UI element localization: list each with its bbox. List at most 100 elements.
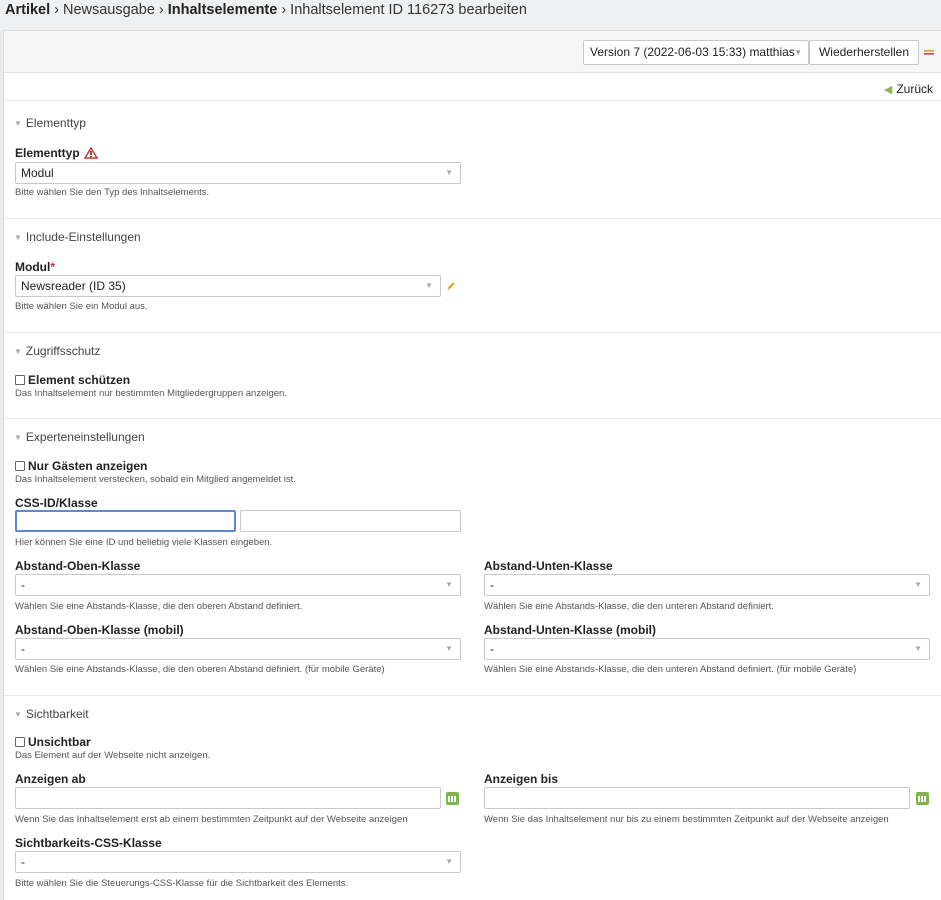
chevron-down-icon: ▼	[445, 644, 453, 653]
legend-label: Elementtyp	[25, 116, 86, 130]
divider	[4, 218, 941, 219]
top-spacing-select[interactable]: - ▼	[15, 574, 461, 596]
invisible-help: Das Element auf der Webseite nicht anzei…	[15, 750, 211, 761]
legend-visibility[interactable]: ▼ Sichtbarkeit	[14, 707, 89, 721]
elementtyp-label-text: Elementtyp	[15, 146, 80, 160]
chevron-down-icon: ▼	[425, 281, 433, 290]
legend-expert[interactable]: ▼ Experteneinstellungen	[14, 430, 145, 444]
required-mark: *	[50, 260, 55, 274]
top-spacing-label: Abstand-Oben-Klasse	[15, 559, 141, 573]
breadcrumb-content-elements[interactable]: Inhaltselemente	[168, 2, 278, 18]
bottom-spacing-mobile-value: -	[490, 642, 494, 656]
checkbox-box[interactable]	[15, 461, 25, 471]
stop-label: Anzeigen bis	[484, 772, 559, 786]
chevron-down-icon: ▼	[445, 857, 453, 866]
version-select[interactable]: Version 7 (2022-06-03 15:33) matthias ▼	[583, 40, 809, 65]
elementtyp-value: Modul	[21, 166, 54, 180]
chevron-down-icon: ▼	[445, 168, 453, 177]
top-spacing-value: -	[21, 578, 25, 592]
bottom-spacing-mobile-label: Abstand-Unten-Klasse (mobil)	[484, 623, 657, 637]
top-spacing-mobile-help: Wählen Sie eine Abstands-Klasse, die den…	[15, 664, 385, 675]
module-help: Bitte wählen Sie ein Modul aus.	[15, 301, 148, 312]
protect-checkbox[interactable]: Element schützen	[15, 373, 130, 387]
breadcrumb-current: Inhaltselement ID 116273 bearbeiten	[290, 2, 527, 18]
triangle-down-icon: ▼	[14, 433, 22, 442]
triangle-down-icon: ▼	[14, 233, 22, 242]
module-value: Newsreader (ID 35)	[21, 279, 126, 293]
bottom-spacing-mobile-select[interactable]: - ▼	[484, 638, 930, 660]
legend-label: Zugriffsschutz	[25, 344, 101, 358]
legend-label: Experteneinstellungen	[25, 430, 145, 444]
top-spacing-mobile-select[interactable]: - ▼	[15, 638, 461, 660]
visibility-css-label: Sichtbarkeits-CSS-Klasse	[15, 836, 162, 850]
stop-help: Wenn Sie das Inhaltselement nur bis zu e…	[484, 814, 889, 825]
top-spacing-mobile-value: -	[21, 642, 25, 656]
module-label: Modul*	[15, 260, 55, 274]
start-label: Anzeigen ab	[15, 772, 86, 786]
bottom-spacing-help: Wählen Sie eine Abstands-Klasse, die den…	[484, 601, 774, 612]
protect-checkbox-label[interactable]: Element schützen	[28, 373, 130, 387]
bottom-spacing-label: Abstand-Unten-Klasse	[484, 559, 613, 573]
breadcrumb-separator: ›	[158, 2, 164, 18]
triangle-down-icon: ▼	[14, 710, 22, 719]
breadcrumb-separator: ›	[54, 2, 59, 18]
chevron-down-icon: ▼	[445, 580, 453, 589]
module-label-text: Modul	[15, 260, 51, 274]
checkbox-box[interactable]	[15, 375, 25, 385]
elementtyp-label: Elementtyp	[15, 146, 98, 160]
elementtyp-select[interactable]: Modul ▼	[15, 162, 461, 184]
calendar-icon[interactable]	[446, 792, 459, 805]
css-help: Hier können Sie eine ID und beliebig vie…	[15, 537, 273, 548]
css-id-input[interactable]	[15, 510, 236, 532]
elementtyp-help: Bitte wählen Sie den Typ des Inhaltselem…	[15, 187, 210, 198]
visibility-css-value: -	[21, 855, 25, 869]
version-select-value: Version 7 (2022-06-03 15:33) matthias	[590, 45, 795, 59]
breadcrumb-articles[interactable]: Artikel	[5, 2, 50, 18]
pencil-icon[interactable]	[446, 281, 456, 291]
legend-label: Include-Einstellungen	[25, 230, 141, 244]
diff-icon[interactable]	[923, 46, 935, 58]
visibility-css-select[interactable]: - ▼	[15, 851, 461, 873]
divider	[4, 418, 941, 419]
protect-help: Das Inhaltselement nur bestimmten Mitgli…	[15, 388, 287, 399]
top-spacing-help: Wählen Sie eine Abstands-Klasse, die den…	[15, 601, 303, 612]
checkbox-box[interactable]	[15, 737, 25, 747]
chevron-down-icon: ▼	[914, 580, 922, 589]
breadcrumb-newsausgabe[interactable]: Newsausgabe	[63, 2, 155, 18]
breadcrumb: Artikel › Newsausgabe › Inhaltselemente › Inha…	[0, 0, 941, 30]
triangle-down-icon: ▼	[14, 347, 22, 356]
module-select[interactable]: Newsreader (ID 35) ▼	[15, 275, 441, 297]
back-label: Zurück	[896, 82, 933, 96]
legend-elementtyp[interactable]: ▼ Elementtyp	[14, 116, 86, 130]
legend-protection[interactable]: ▼ Zugriffsschutz	[14, 344, 100, 358]
back-row: ◀ Zurück	[4, 73, 941, 101]
edit-panel: Version 7 (2022-06-03 15:33) matthias ▼ …	[3, 30, 941, 900]
legend-label: Sichtbarkeit	[25, 707, 89, 721]
arrow-left-icon: ◀	[883, 84, 893, 96]
guests-only-label[interactable]: Nur Gästen anzeigen	[28, 459, 147, 473]
bottom-spacing-mobile-help: Wählen Sie eine Abstands-Klasse, die den…	[484, 664, 857, 675]
restore-button[interactable]: Wiederherstellen	[809, 40, 919, 65]
invisible-checkbox[interactable]: Unsichtbar	[15, 735, 91, 749]
chevron-down-icon: ▼	[794, 48, 802, 57]
guests-only-checkbox[interactable]: Nur Gästen anzeigen	[15, 459, 147, 473]
start-date-input[interactable]	[15, 787, 441, 809]
breadcrumb-separator: ›	[281, 2, 287, 18]
invisible-label[interactable]: Unsichtbar	[28, 735, 91, 749]
bottom-spacing-value: -	[490, 578, 494, 592]
legend-include[interactable]: ▼ Include-Einstellungen	[14, 230, 141, 244]
chevron-down-icon: ▼	[914, 644, 922, 653]
css-id-label: CSS-ID/Klasse	[15, 496, 98, 510]
visibility-css-help: Bitte wählen Sie die Steuerungs-CSS-Klas…	[15, 878, 349, 889]
divider	[4, 332, 941, 333]
css-class-input[interactable]	[240, 510, 461, 532]
calendar-icon[interactable]	[916, 792, 929, 805]
stop-date-input[interactable]	[484, 787, 910, 809]
back-link[interactable]: ◀ Zurück	[884, 82, 933, 96]
start-help: Wenn Sie das Inhaltselement erst ab eine…	[15, 814, 408, 825]
warning-icon	[83, 147, 98, 159]
divider	[4, 695, 941, 696]
triangle-down-icon: ▼	[14, 119, 22, 128]
top-spacing-mobile-label: Abstand-Oben-Klasse (mobil)	[15, 623, 184, 637]
bottom-spacing-select[interactable]: - ▼	[484, 574, 930, 596]
